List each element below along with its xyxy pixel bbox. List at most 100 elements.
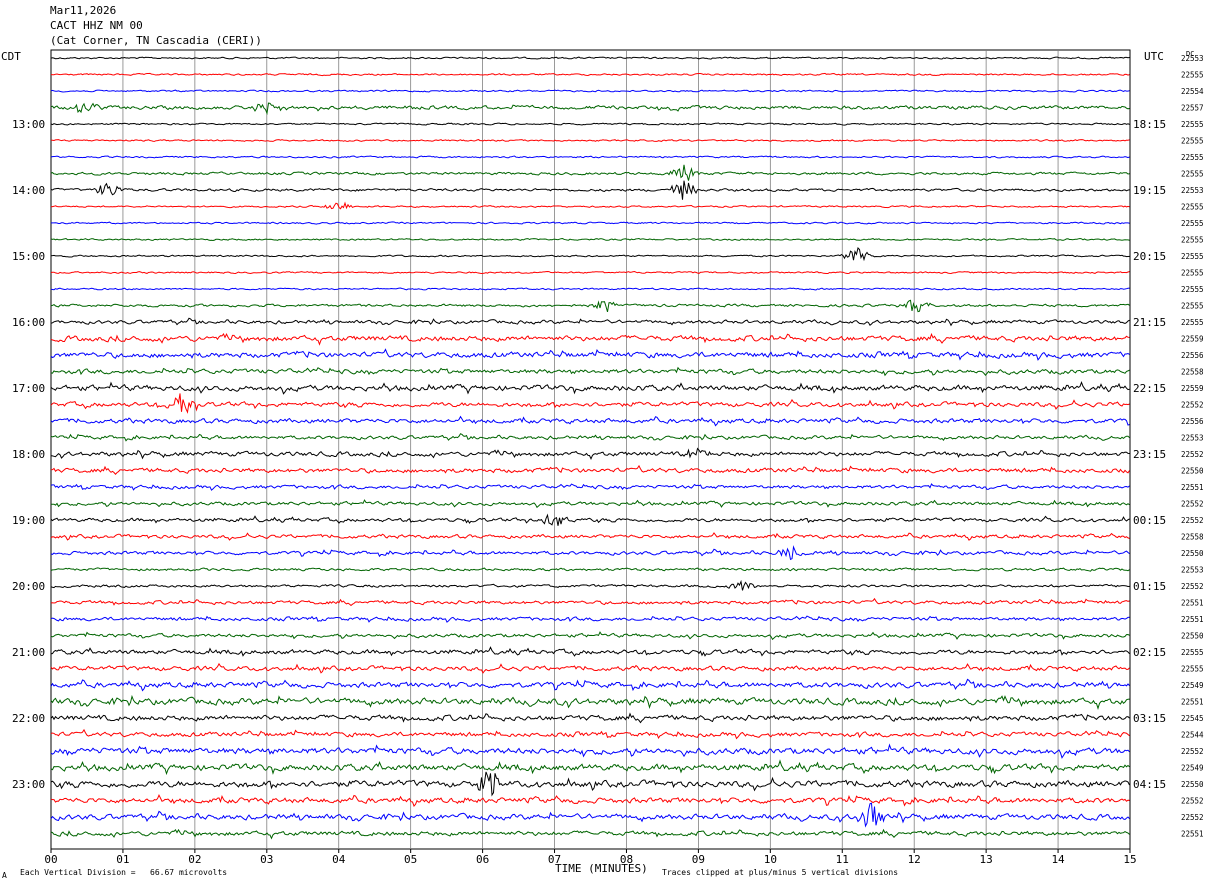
dc-offset-label: 22559 — [1181, 384, 1204, 393]
dc-offset-label: 22552 — [1181, 516, 1204, 525]
trace-30 — [50, 545, 1130, 561]
trace-34 — [50, 615, 1130, 623]
trace-12 — [50, 247, 1130, 262]
left-hour-label: 22:00 — [12, 712, 45, 725]
dc-offset-label: 22555 — [1181, 318, 1204, 327]
dc-offset-label: 22552 — [1181, 401, 1204, 410]
trace-5 — [50, 139, 1130, 142]
trace-25 — [50, 464, 1130, 475]
dc-offset-label: 22555 — [1181, 665, 1204, 674]
trace-27 — [50, 499, 1130, 509]
clip-note: Traces clipped at plus/minus 5 vertical … — [662, 868, 899, 877]
dc-offset-label: 22552 — [1181, 500, 1204, 509]
dc-offset-label: 22551 — [1181, 615, 1204, 624]
right-hour-label: 00:15 — [1133, 514, 1166, 527]
dc-offset-label: 22555 — [1181, 252, 1204, 261]
right-hour-label: 04:15 — [1133, 778, 1166, 791]
trace-39 — [50, 694, 1130, 710]
trace-6 — [50, 155, 1130, 159]
x-tick-label: 15 — [1123, 853, 1136, 866]
right-hour-label: 22:15 — [1133, 382, 1166, 395]
dc-offset-label: 22550 — [1181, 780, 1204, 789]
dc-offset-label: 22555 — [1181, 137, 1204, 146]
x-tick-label: 06 — [476, 853, 489, 866]
left-hour-label: 21:00 — [12, 646, 45, 659]
left-hour-label: 15:00 — [12, 250, 45, 263]
trace-21 — [50, 393, 1130, 414]
trace-29 — [50, 532, 1130, 541]
left-hour-label: 20:00 — [12, 580, 45, 593]
x-tick-label: 05 — [404, 853, 417, 866]
trace-44 — [50, 771, 1130, 797]
trace-0 — [50, 56, 1130, 60]
trace-24 — [50, 447, 1130, 461]
dc-offset-label: 22552 — [1181, 747, 1204, 756]
dc-offset-label: 22553 — [1181, 54, 1204, 63]
trace-47 — [50, 828, 1130, 840]
helicorder-plot: 22553 22555 22554 22557 22555 22555 22555 22555… — [12, 49, 1204, 866]
right-hour-label: 03:15 — [1133, 712, 1166, 725]
left-hour-label: 23:00 — [12, 778, 45, 791]
trace-14 — [50, 287, 1130, 291]
x-tick-label: 14 — [1051, 853, 1065, 866]
dc-offset-label: 22552 — [1181, 450, 1204, 459]
trace-26 — [50, 483, 1130, 491]
trace-46 — [50, 802, 1130, 828]
right-hour-label: 21:15 — [1133, 316, 1166, 329]
trace-17 — [50, 332, 1130, 346]
trace-16 — [50, 317, 1130, 327]
trace-31 — [50, 567, 1130, 572]
left-hour-label: 16:00 — [12, 316, 45, 329]
trace-18 — [50, 348, 1130, 361]
trace-32 — [50, 579, 1130, 591]
dc-offset-label: 22551 — [1181, 483, 1204, 492]
trace-41 — [50, 728, 1130, 740]
dc-offset-label: 22558 — [1181, 368, 1204, 377]
trace-38 — [50, 678, 1130, 692]
dc-offset-label: 22549 — [1181, 681, 1204, 690]
x-tick-label: 00 — [44, 853, 57, 866]
trace-10 — [50, 221, 1130, 225]
trace-2 — [50, 89, 1130, 93]
dc-offset-label: 22551 — [1181, 698, 1204, 707]
x-tick-label: 04 — [332, 853, 346, 866]
trace-19 — [50, 366, 1130, 377]
trace-13 — [50, 270, 1130, 275]
right-hour-label: 18:15 — [1133, 118, 1166, 131]
dc-offset-label: 22555 — [1181, 219, 1204, 228]
dc-offset-label: 22544 — [1181, 731, 1204, 740]
dc-offset-label: 22555 — [1181, 269, 1204, 278]
x-tick-label: 03 — [260, 853, 273, 866]
dc-offset-label: 22551 — [1181, 830, 1204, 839]
trace-36 — [50, 646, 1130, 657]
trace-28 — [50, 513, 1130, 526]
trace-43 — [50, 759, 1130, 776]
trace-35 — [50, 631, 1130, 641]
trace-4 — [50, 122, 1130, 126]
trace-33 — [50, 597, 1130, 607]
scale-note: Each Vertical Division = 66.67 microvolt… — [20, 868, 228, 877]
dc-offset-label: 22558 — [1181, 533, 1204, 542]
left-hour-label: 18:00 — [12, 448, 45, 461]
dc-offset-label: 22555 — [1181, 648, 1204, 657]
plot-frame — [50, 49, 1131, 850]
trace-40 — [50, 712, 1130, 724]
dc-offset-label: 22555 — [1181, 236, 1204, 245]
dc-offset-label: 22555 — [1181, 203, 1204, 212]
x-tick-label: 02 — [188, 853, 201, 866]
x-tick-label: 01 — [116, 853, 129, 866]
dc-offset-label: 22550 — [1181, 467, 1204, 476]
right-hour-label: 01:15 — [1133, 580, 1166, 593]
dc-offset-label: 22545 — [1181, 714, 1204, 723]
dc-offset-label: 22556 — [1181, 417, 1204, 426]
x-axis-title: TIME (MINUTES) — [555, 862, 648, 875]
left-hour-label: 19:00 — [12, 514, 45, 527]
trace-7 — [50, 164, 1130, 181]
trace-8 — [50, 180, 1130, 200]
trace-20 — [50, 380, 1130, 395]
trace-1 — [50, 72, 1130, 77]
dc-offset-label: 22555 — [1181, 285, 1204, 294]
dc-offset-label: 22552 — [1181, 813, 1204, 822]
x-tick-label: 09 — [692, 853, 705, 866]
dc-offset-label: 22549 — [1181, 764, 1204, 773]
